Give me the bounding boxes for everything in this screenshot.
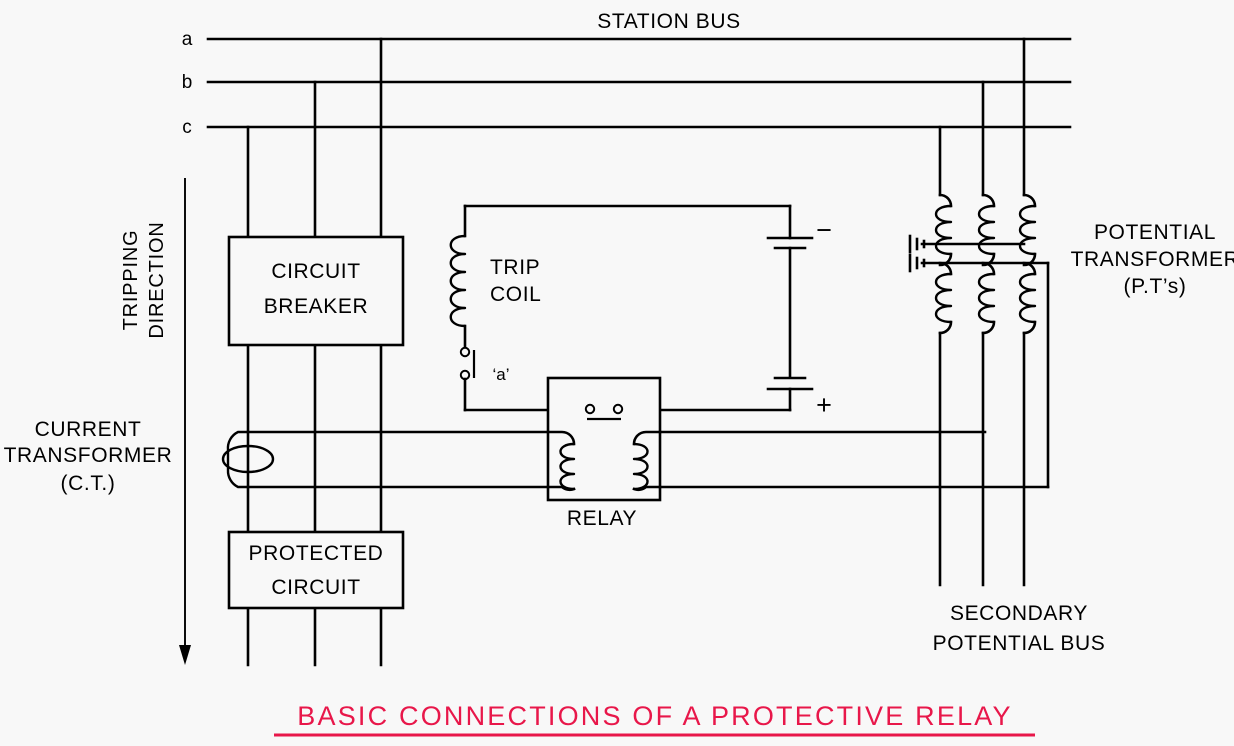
potential-transformer-label-line3: (P.T’s)	[1124, 275, 1187, 298]
pt-primary-b-lead-top	[981, 193, 996, 208]
potential-transformer-label-line1: POTENTIAL	[1094, 221, 1216, 244]
phase-label-a: a	[182, 29, 193, 50]
protected-circuit-block: PROTECTED CIRCUIT	[227, 530, 405, 610]
pt-secondary-c-winding	[934, 272, 953, 324]
relay-contact-terminal-left	[584, 403, 596, 415]
station-bus-label: STATION BUS	[597, 10, 741, 33]
potential-transformer-group	[908, 37, 1050, 587]
trip-coil-label-line1: TRIP	[490, 256, 540, 279]
circuit-breaker-block: CIRCUIT BREAKER	[227, 235, 405, 347]
station-bus-lines	[206, 37, 1072, 129]
pt-secondary-a-winding	[1018, 272, 1037, 324]
pt-secondary-winding-phase-b	[977, 261, 996, 587]
pt-secondary-winding-phase-a	[1018, 261, 1037, 587]
pt-secondary-c-lead-bottom	[938, 320, 953, 335]
pt-secondary-a-lead-bottom	[1022, 320, 1037, 335]
pt-secondary-winding-phase-c	[934, 261, 953, 587]
current-transformer-label-line3: (C.T.)	[61, 472, 116, 495]
pt-primary-a-lead-top	[1022, 193, 1037, 208]
figure-title: BASIC CONNECTIONS OF A PROTECTIVE RELAY	[297, 701, 1012, 731]
current-transformer-label-line2: TRANSFORMER	[4, 444, 173, 467]
pt-primary-b-winding	[977, 204, 996, 256]
relay-contact-terminal-right	[612, 403, 624, 415]
pt-secondary-b-winding	[977, 272, 996, 324]
pt-primary-winding-phase-c	[934, 193, 953, 267]
pt-primary-c-winding	[934, 204, 953, 256]
pt-primary-winding-phase-a	[1018, 193, 1037, 267]
tripping-direction-label-line2: DIRECTION	[146, 221, 168, 338]
trip-coil-winding	[449, 234, 467, 328]
protected-circuit-label-line1: PROTECTED	[249, 542, 384, 565]
battery-symbol	[766, 204, 814, 412]
circuit-breaker-label-line1: CIRCUIT	[271, 260, 360, 283]
pt-primary-winding-phase-b	[977, 193, 996, 267]
pt-secondary-b-lead-bottom	[981, 320, 996, 335]
circuit-breaker-label-line2: BREAKER	[264, 295, 369, 318]
relay-box	[546, 376, 662, 502]
protected-circuit-label-line2: CIRCUIT	[271, 576, 360, 599]
protective-relay-diagram: a b c STATION BUS TRIPPING DIRECTION CIR…	[0, 0, 1234, 746]
tripping-direction-label-line1: TRIPPING	[120, 230, 142, 331]
relay-block	[546, 376, 662, 502]
secondary-potential-bus-label-line1: SECONDARY	[950, 602, 1088, 625]
pt-primary-c-lead-top	[938, 193, 953, 208]
relay-label: RELAY	[567, 507, 637, 530]
battery-negative-label: −	[816, 215, 832, 245]
tripping-direction-arrowhead	[179, 645, 191, 665]
phase-label-c: c	[182, 117, 192, 138]
diagram-canvas: a b c STATION BUS TRIPPING DIRECTION CIR…	[4, 10, 1234, 737]
battery-positive-label: +	[816, 390, 832, 420]
relay-to-secondary-bus-wires	[658, 430, 1050, 489]
secondary-potential-bus-label-line2: POTENTIAL BUS	[933, 632, 1106, 655]
pt-primary-a-winding	[1018, 204, 1037, 256]
trip-coil-label-line2: COIL	[490, 283, 541, 306]
tripping-direction-arrow	[179, 178, 191, 665]
ct-secondary-leads	[246, 430, 550, 489]
circuit-breaker-box	[227, 235, 405, 347]
potential-transformer-label-line2: TRANSFORMER	[1071, 248, 1234, 271]
aux-contact-terminal-top	[459, 346, 471, 358]
auxiliary-contact-a-symbol	[459, 346, 476, 381]
auxiliary-contact-label: ‘a’	[492, 365, 509, 384]
phase-label-b: b	[182, 72, 193, 93]
current-transformer-label-line1: CURRENT	[35, 418, 142, 441]
